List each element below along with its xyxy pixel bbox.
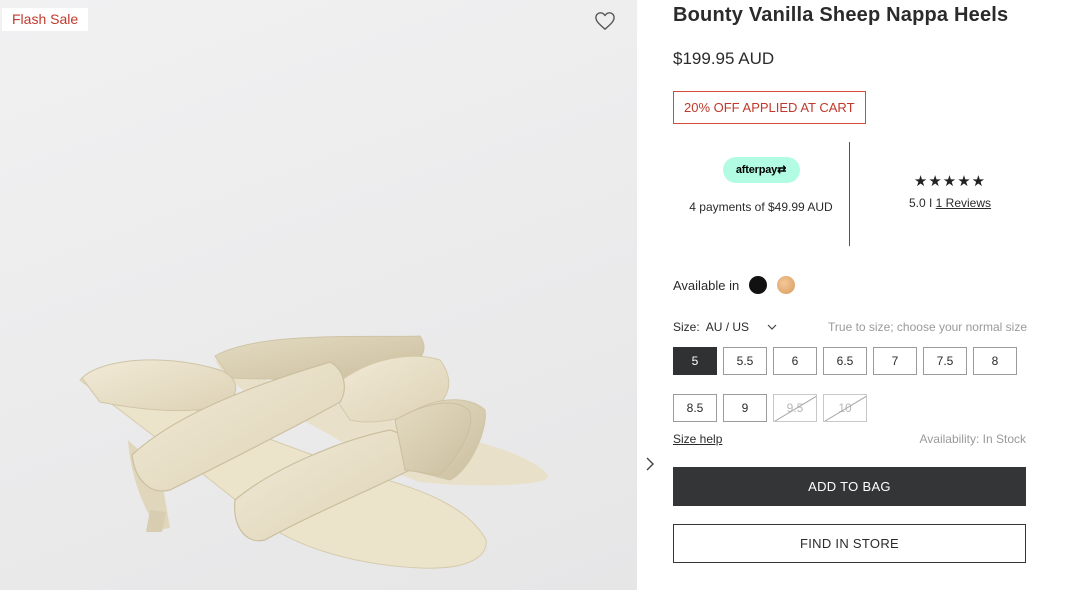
product-image-gallery[interactable]: Flash Sale xyxy=(0,0,637,590)
stock-status: Availability: In Stock xyxy=(919,432,1027,446)
chevron-right-icon[interactable] xyxy=(644,455,656,473)
afterpay-text: 4 payments of $49.99 AUD xyxy=(689,200,833,214)
find-in-store-button[interactable]: FIND IN STORE xyxy=(673,524,1026,563)
available-colors: Available in xyxy=(673,276,796,294)
size-option-6[interactable]: 6 xyxy=(773,347,817,375)
rating-score: 5.0 xyxy=(908,196,926,210)
product-price: $199.95 AUD xyxy=(673,49,775,68)
size-system-select[interactable]: AU / US xyxy=(706,320,749,334)
rating-separator: I xyxy=(925,196,936,210)
promo-banner: 20% OFF APPLIED AT CART xyxy=(673,91,866,124)
product-image xyxy=(79,335,549,569)
size-hint: True to size; choose your normal size xyxy=(828,320,1027,334)
size-label: Size: xyxy=(673,320,700,334)
color-swatch-tan[interactable] xyxy=(777,276,796,294)
size-option-8-5[interactable]: 8.5 xyxy=(673,394,717,422)
chevron-down-icon[interactable] xyxy=(767,324,777,331)
reviews-summary: ★★★★★ 5.0 I 1 Reviews xyxy=(850,172,1050,210)
star-rating-icon: ★★★★★ xyxy=(913,173,987,190)
heart-outline-icon[interactable] xyxy=(594,11,616,31)
afterpay-logo[interactable]: afterpay⇄ xyxy=(722,157,800,183)
available-label: Available in xyxy=(673,277,740,293)
product-title: Bounty Vanilla Sheep Nappa Heels xyxy=(673,4,1009,26)
size-selector-row: Size: AU / US True to size; choose your … xyxy=(673,320,1027,334)
size-option-7-5[interactable]: 7.5 xyxy=(923,347,967,375)
afterpay-label: afterpay xyxy=(735,164,778,176)
flash-sale-badge: Flash Sale xyxy=(2,8,89,31)
size-option-9[interactable]: 9 xyxy=(723,394,767,422)
afterpay-loop-icon: ⇄ xyxy=(777,164,787,176)
add-to-bag-button[interactable]: ADD TO BAG xyxy=(673,467,1026,506)
size-option-9-5: 9.5 xyxy=(773,394,817,422)
color-swatch-black[interactable] xyxy=(749,276,768,294)
size-option-5[interactable]: 5 xyxy=(673,347,717,375)
size-option-6-5[interactable]: 6.5 xyxy=(823,347,867,375)
size-option-10: 10 xyxy=(823,394,867,422)
reviews-link[interactable]: 1 Reviews xyxy=(936,196,991,210)
size-option-7[interactable]: 7 xyxy=(873,347,917,375)
size-option-5-5[interactable]: 5.5 xyxy=(723,347,767,375)
afterpay-info: afterpay⇄ 4 payments of $49.99 AUD xyxy=(673,145,849,216)
size-option-8[interactable]: 8 xyxy=(973,347,1017,375)
rating-line: 5.0 I 1 Reviews xyxy=(850,196,1050,210)
size-help-link[interactable]: Size help xyxy=(673,432,722,446)
